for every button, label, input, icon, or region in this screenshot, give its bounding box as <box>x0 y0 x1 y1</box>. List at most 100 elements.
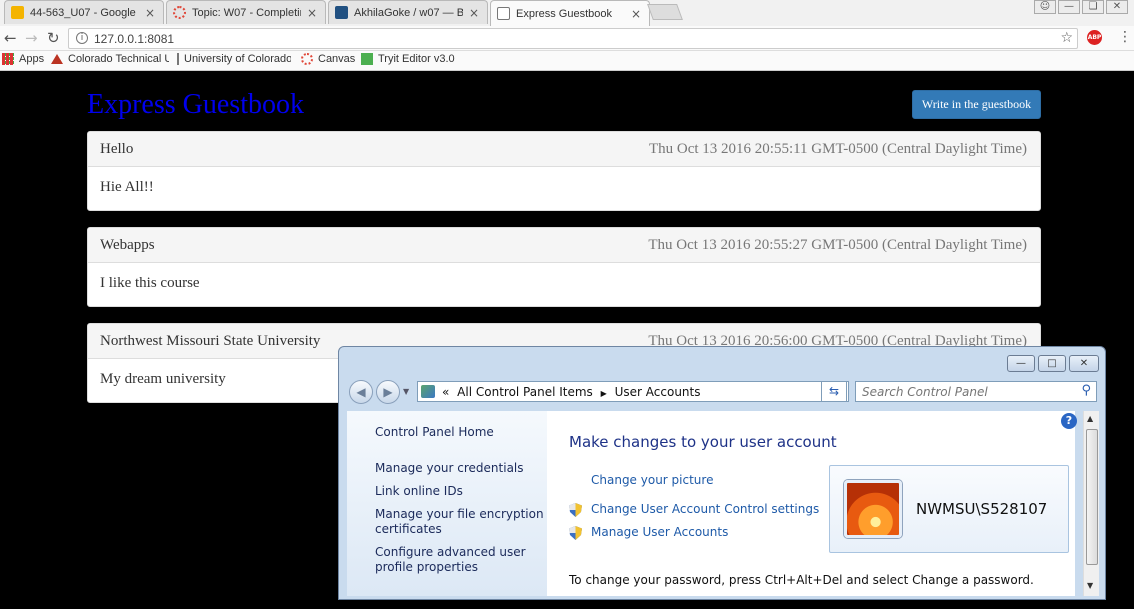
cp-address-bar[interactable]: « All Control Panel Items ▶ User Account… <box>417 381 849 402</box>
uac-shield-icon <box>569 503 582 517</box>
browser-toolbar: ← → ↻ i 127.0.0.1:8081 ☆ <box>0 26 1134 51</box>
bookmark-label: University of Colorado <box>184 53 291 65</box>
control-panel-icon <box>421 385 435 398</box>
search-icon[interactable]: ⚲ <box>1081 383 1091 398</box>
site-title-link[interactable]: Express Guestbook <box>87 89 304 121</box>
close-icon[interactable]: ✕ <box>1069 355 1099 372</box>
avatar[interactable] <box>844 480 902 538</box>
forward-arrow-icon[interactable]: ▶ <box>376 380 400 404</box>
tab-title: Express Guestbook <box>516 7 612 20</box>
close-icon[interactable]: × <box>631 7 641 21</box>
close-icon[interactable]: × <box>145 6 155 20</box>
password-note: To change your password, press Ctrl+Alt+… <box>569 573 1034 587</box>
new-tab-button[interactable] <box>647 4 683 20</box>
page-heading: Make changes to your user account <box>569 433 837 451</box>
control-panel-window: — □ ✕ ◀ ▶ ▼ « All Control Panel Items ▶ … <box>338 346 1106 600</box>
scroll-down-icon[interactable]: ▼ <box>1087 581 1093 590</box>
bookmark-university-colorado[interactable]: University of Colorado <box>177 53 291 65</box>
tab-google-slides[interactable]: 44-563_U07 - Google Sli × <box>4 0 164 24</box>
cp-search-box[interactable]: ⚲ <box>855 381 1097 402</box>
entry-body: Hie All!! <box>100 179 154 195</box>
minimize-icon[interactable]: — <box>1058 0 1080 14</box>
refresh-icon[interactable]: ⇆ <box>821 381 847 402</box>
tab-title: Topic: W07 - Completing <box>192 6 301 19</box>
account-username: NWMSU\S528107 <box>916 500 1048 518</box>
browser-tab-strip: 44-563_U07 - Google Sli × Topic: W07 - C… <box>0 0 1134 26</box>
breadcrumb-user-accounts[interactable]: User Accounts <box>615 385 701 399</box>
write-guestbook-button[interactable]: Write in the guestbook <box>912 90 1041 119</box>
adblock-plus-icon[interactable]: ABP <box>1087 30 1102 45</box>
breadcrumb-separator-icon[interactable]: ▶ <box>601 389 607 398</box>
entry-date: Thu Oct 13 2016 20:55:27 GMT-0500 (Centr… <box>648 237 1027 253</box>
scrollbar-thumb[interactable] <box>1086 429 1098 565</box>
tab-express-guestbook[interactable]: Express Guestbook × <box>490 0 650 26</box>
entry-subject: Northwest Missouri State University <box>100 333 321 349</box>
recent-pages-icon[interactable]: ▼ <box>403 387 409 396</box>
canvas-icon <box>173 6 186 19</box>
bookmark-apps[interactable]: Apps <box>2 53 44 65</box>
cp-left-pane: Control Panel Home Manage your credentia… <box>347 411 547 596</box>
forward-icon[interactable]: → <box>25 29 38 47</box>
entry-date: Thu Oct 13 2016 20:55:11 GMT-0500 (Centr… <box>648 141 1027 157</box>
bookmark-label: Colorado Technical U <box>68 53 169 65</box>
entry-header: Webapps Thu Oct 13 2016 20:55:27 GMT-050… <box>88 228 1040 263</box>
search-input[interactable] <box>862 382 1072 401</box>
close-icon[interactable]: × <box>307 6 317 20</box>
maximize-icon[interactable]: □ <box>1038 355 1066 372</box>
bookmark-tryit-editor[interactable]: Tryit Editor v3.0 <box>361 53 455 65</box>
uac-settings-link[interactable]: Change User Account Control settings <box>591 502 819 516</box>
manage-credentials-link[interactable]: Manage your credentials <box>375 461 545 476</box>
bookmark-canvas[interactable]: Canvas <box>301 53 355 65</box>
manage-user-accounts-link[interactable]: Manage User Accounts <box>591 525 728 539</box>
window-controls: ☺ — ❏ ✕ <box>1034 0 1128 14</box>
minimize-icon[interactable]: — <box>1007 355 1035 372</box>
address-bar[interactable]: i 127.0.0.1:8081 ☆ <box>68 28 1078 49</box>
url-text[interactable]: 127.0.0.1:8081 <box>94 32 174 46</box>
cp-window-controls: — □ ✕ <box>1007 355 1099 372</box>
info-icon[interactable]: i <box>76 32 88 44</box>
menu-icon[interactable]: ⋮ <box>1118 29 1132 45</box>
close-icon[interactable]: × <box>469 6 479 20</box>
page-icon <box>177 53 179 65</box>
entry-subject: Hello <box>100 141 134 157</box>
tab-topic-w07[interactable]: Topic: W07 - Completing × <box>166 0 326 24</box>
bitbucket-icon <box>335 6 348 19</box>
tab-bitbucket[interactable]: AkhilaGoke / w07 — Bitb × <box>328 0 488 24</box>
google-slides-icon <box>11 6 24 19</box>
canvas-icon <box>301 53 313 65</box>
bookmark-star-icon[interactable]: ☆ <box>1060 30 1073 46</box>
breadcrumb-all-items[interactable]: All Control Panel Items <box>457 385 593 399</box>
bookmark-colorado-technical[interactable]: Colorado Technical U <box>51 53 169 65</box>
scroll-up-icon[interactable]: ▲ <box>1087 414 1093 423</box>
back-icon[interactable]: ← <box>4 29 17 47</box>
guestbook-entry: Hello Thu Oct 13 2016 20:55:11 GMT-0500 … <box>87 131 1041 211</box>
cp-main-pane: Make changes to your user account Change… <box>547 411 1075 596</box>
restore-icon[interactable]: ❏ <box>1082 0 1104 14</box>
uac-shield-icon <box>569 526 582 540</box>
w3schools-icon <box>361 53 373 65</box>
entry-body: I like this course <box>100 275 200 291</box>
link-online-ids-link[interactable]: Link online IDs <box>375 484 545 499</box>
ctu-logo-icon <box>51 54 63 64</box>
help-icon[interactable]: ? <box>1061 413 1077 429</box>
user-icon[interactable]: ☺ <box>1034 0 1056 14</box>
control-panel-home-link[interactable]: Control Panel Home <box>375 425 545 440</box>
reload-icon[interactable]: ↻ <box>47 29 60 47</box>
breadcrumb: « All Control Panel Items ▶ User Account… <box>442 385 701 399</box>
tab-title: AkhilaGoke / w07 — Bitb <box>354 6 463 19</box>
file-encryption-link[interactable]: Manage your file encryption certificates <box>375 507 545 537</box>
bookmark-label: Canvas <box>318 53 356 65</box>
entry-header: Hello Thu Oct 13 2016 20:55:11 GMT-0500 … <box>88 132 1040 167</box>
close-window-icon[interactable]: ✕ <box>1106 0 1128 14</box>
bookmarks-bar: Apps Colorado Technical U University of … <box>0 51 1134 71</box>
entry-subject: Webapps <box>100 237 155 253</box>
breadcrumb-overflow-icon[interactable]: « <box>442 385 449 399</box>
advanced-profile-link[interactable]: Configure advanced user profile properti… <box>375 545 545 575</box>
change-picture-link[interactable]: Change your picture <box>591 473 713 487</box>
bookmark-label: Apps <box>19 53 45 65</box>
bookmark-label: Tryit Editor v3.0 <box>378 53 455 65</box>
back-arrow-icon[interactable]: ◀ <box>349 380 373 404</box>
tab-title: 44-563_U07 - Google Sli <box>30 6 139 19</box>
cp-scrollbar[interactable]: ▲ ▼ <box>1083 411 1099 596</box>
apps-grid-icon <box>2 53 14 65</box>
